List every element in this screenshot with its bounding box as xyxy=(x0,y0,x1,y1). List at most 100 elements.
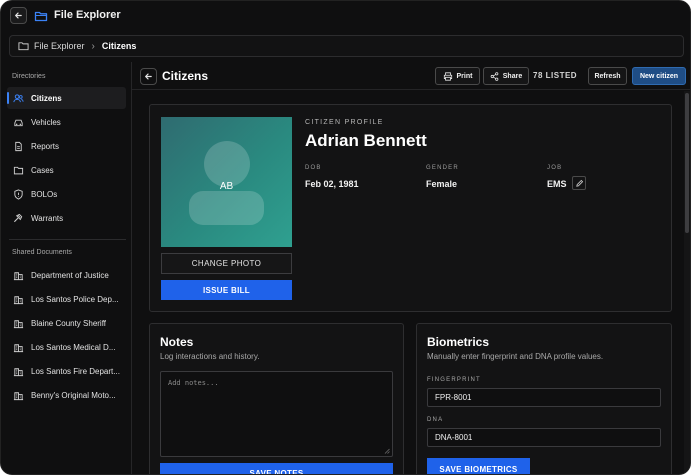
refresh-button[interactable]: Refresh xyxy=(588,67,627,85)
sidebar: Directories Citizens Vehicles Reports Ca… xyxy=(1,62,132,474)
fingerprint-input[interactable]: FPR-8001 xyxy=(427,388,661,407)
sidebar-item-citizens[interactable]: Citizens xyxy=(7,87,126,109)
new-citizen-button[interactable]: New citizen xyxy=(632,67,686,85)
sidebar-item-blaine-county-sheriff[interactable]: Blaine County Sheriff xyxy=(7,312,126,334)
notes-placeholder: Add notes... xyxy=(168,379,219,387)
building-icon xyxy=(13,271,24,280)
building-icon xyxy=(13,319,24,328)
printer-icon xyxy=(443,71,452,81)
sidebar-item-label: Los Santos Medical D... xyxy=(31,342,116,352)
sidebar-item-warrants[interactable]: Warrants xyxy=(7,207,126,229)
building-icon xyxy=(13,391,24,400)
listed-count: 78 LISTED xyxy=(533,71,578,80)
sidebar-divider xyxy=(9,239,126,240)
folder-icon xyxy=(18,42,29,51)
sidebar-item-label: BOLOs xyxy=(31,189,58,199)
content-header: Citizens Print Share 78 LISTED Refresh N… xyxy=(132,62,690,90)
folder-icon xyxy=(13,166,24,174)
sidebar-item-cases[interactable]: Cases xyxy=(7,159,126,181)
sidebar-directories-heading: Directories xyxy=(12,73,46,80)
breadcrumb: File Explorer › Citizens xyxy=(9,35,684,57)
sidebar-item-bennys[interactable]: Benny's Original Moto... xyxy=(7,384,126,406)
notes-subtitle: Log interactions and history. xyxy=(160,352,260,361)
share-icon xyxy=(490,71,499,81)
dna-value: DNA-8001 xyxy=(435,433,473,442)
sidebar-item-department-of-justice[interactable]: Department of Justice xyxy=(7,264,126,286)
notes-card: Notes Log interactions and history. Add … xyxy=(149,323,404,474)
fingerprint-value: FPR-8001 xyxy=(435,393,472,402)
sidebar-item-label: Cases xyxy=(31,165,54,175)
gender-value: Female xyxy=(426,179,458,189)
building-icon xyxy=(13,295,24,304)
sidebar-item-bolos[interactable]: BOLOs xyxy=(7,183,126,205)
building-icon xyxy=(13,343,24,352)
gavel-icon xyxy=(13,213,23,222)
dna-input[interactable]: DNA-8001 xyxy=(427,428,661,447)
save-biometrics-button[interactable]: SAVE BIOMETRICS xyxy=(427,458,530,474)
sidebar-item-label: Blaine County Sheriff xyxy=(31,318,107,328)
sidebar-item-vehicles[interactable]: Vehicles xyxy=(7,111,126,133)
biometrics-card: Biometrics Manually enter fingerprint an… xyxy=(416,323,672,474)
alert-shield-icon xyxy=(14,188,23,200)
building-icon xyxy=(13,367,24,376)
citizen-name: Adrian Bennett xyxy=(305,131,427,150)
dob-value: Feb 02, 1981 xyxy=(305,179,359,189)
sidebar-item-label: Benny's Original Moto... xyxy=(31,390,116,400)
document-icon xyxy=(15,141,22,151)
profile-kicker: CITIZEN PROFILE xyxy=(305,119,384,126)
avatar-body-placeholder xyxy=(189,191,264,225)
refresh-label: Refresh xyxy=(594,72,621,80)
sidebar-item-lspd[interactable]: Los Santos Police Dep... xyxy=(7,288,126,310)
gender-label: GENDER xyxy=(426,165,459,171)
notes-title: Notes xyxy=(160,335,194,349)
car-icon xyxy=(14,119,23,126)
print-button[interactable]: Print xyxy=(435,67,480,85)
issue-bill-button[interactable]: ISSUE BILL xyxy=(161,280,292,300)
chevron-right-icon: › xyxy=(91,40,95,52)
scrollbar-thumb[interactable] xyxy=(685,93,689,233)
sidebar-item-label: Citizens xyxy=(31,93,62,103)
biometrics-subtitle: Manually enter fingerprint and DNA profi… xyxy=(427,352,604,361)
citizen-profile-card: AB CHANGE PHOTO ISSUE BILL CITIZEN PROFI… xyxy=(149,104,672,312)
resize-grip-icon[interactable] xyxy=(384,448,390,454)
sidebar-item-ls-fire[interactable]: Los Santos Fire Depart... xyxy=(7,360,126,382)
share-label: Share xyxy=(502,72,523,80)
content-back-button[interactable] xyxy=(140,68,157,85)
new-citizen-label: New citizen xyxy=(639,72,679,80)
page-title: Citizens xyxy=(162,69,209,83)
fingerprint-label: FINGERPRINT xyxy=(427,377,481,383)
users-icon xyxy=(13,93,24,102)
avatar-initials: AB xyxy=(219,181,234,192)
sidebar-item-ls-medical[interactable]: Los Santos Medical D... xyxy=(7,336,126,358)
dna-label: DNA xyxy=(427,417,444,423)
citizen-photo: AB xyxy=(161,117,292,247)
sidebar-item-label: Reports xyxy=(31,141,60,151)
breadcrumb-root[interactable]: File Explorer xyxy=(34,41,85,51)
job-label: JOB xyxy=(547,165,563,171)
folder-open-icon xyxy=(34,11,48,22)
breadcrumb-current: Citizens xyxy=(101,41,137,51)
sidebar-item-label: Department of Justice xyxy=(31,270,109,280)
window-back-button[interactable] xyxy=(10,7,27,24)
app-window: File Explorer File Explorer › Citizens D… xyxy=(0,0,691,475)
job-value: EMS xyxy=(547,179,567,189)
arrow-left-icon xyxy=(145,73,152,80)
notes-textarea[interactable]: Add notes... xyxy=(160,371,393,457)
app-title: File Explorer xyxy=(54,9,121,21)
sidebar-item-label: Los Santos Fire Depart... xyxy=(31,366,120,376)
print-label: Print xyxy=(456,72,473,80)
sidebar-shared-heading: Shared Documents xyxy=(12,249,72,256)
save-notes-button[interactable]: SAVE NOTES xyxy=(160,463,393,474)
sidebar-item-reports[interactable]: Reports xyxy=(7,135,126,157)
sidebar-item-label: Vehicles xyxy=(31,117,61,127)
dob-label: DOB xyxy=(305,165,322,171)
biometrics-title: Biometrics xyxy=(427,335,490,349)
pencil-icon xyxy=(575,179,583,187)
title-bar: File Explorer xyxy=(1,1,690,31)
change-photo-button[interactable]: CHANGE PHOTO xyxy=(161,253,292,274)
sidebar-item-label: Los Santos Police Dep... xyxy=(31,294,119,304)
share-button[interactable]: Share xyxy=(483,67,529,85)
edit-job-button[interactable] xyxy=(572,176,586,190)
arrow-left-icon xyxy=(15,12,22,19)
sidebar-item-label: Warrants xyxy=(31,213,64,223)
